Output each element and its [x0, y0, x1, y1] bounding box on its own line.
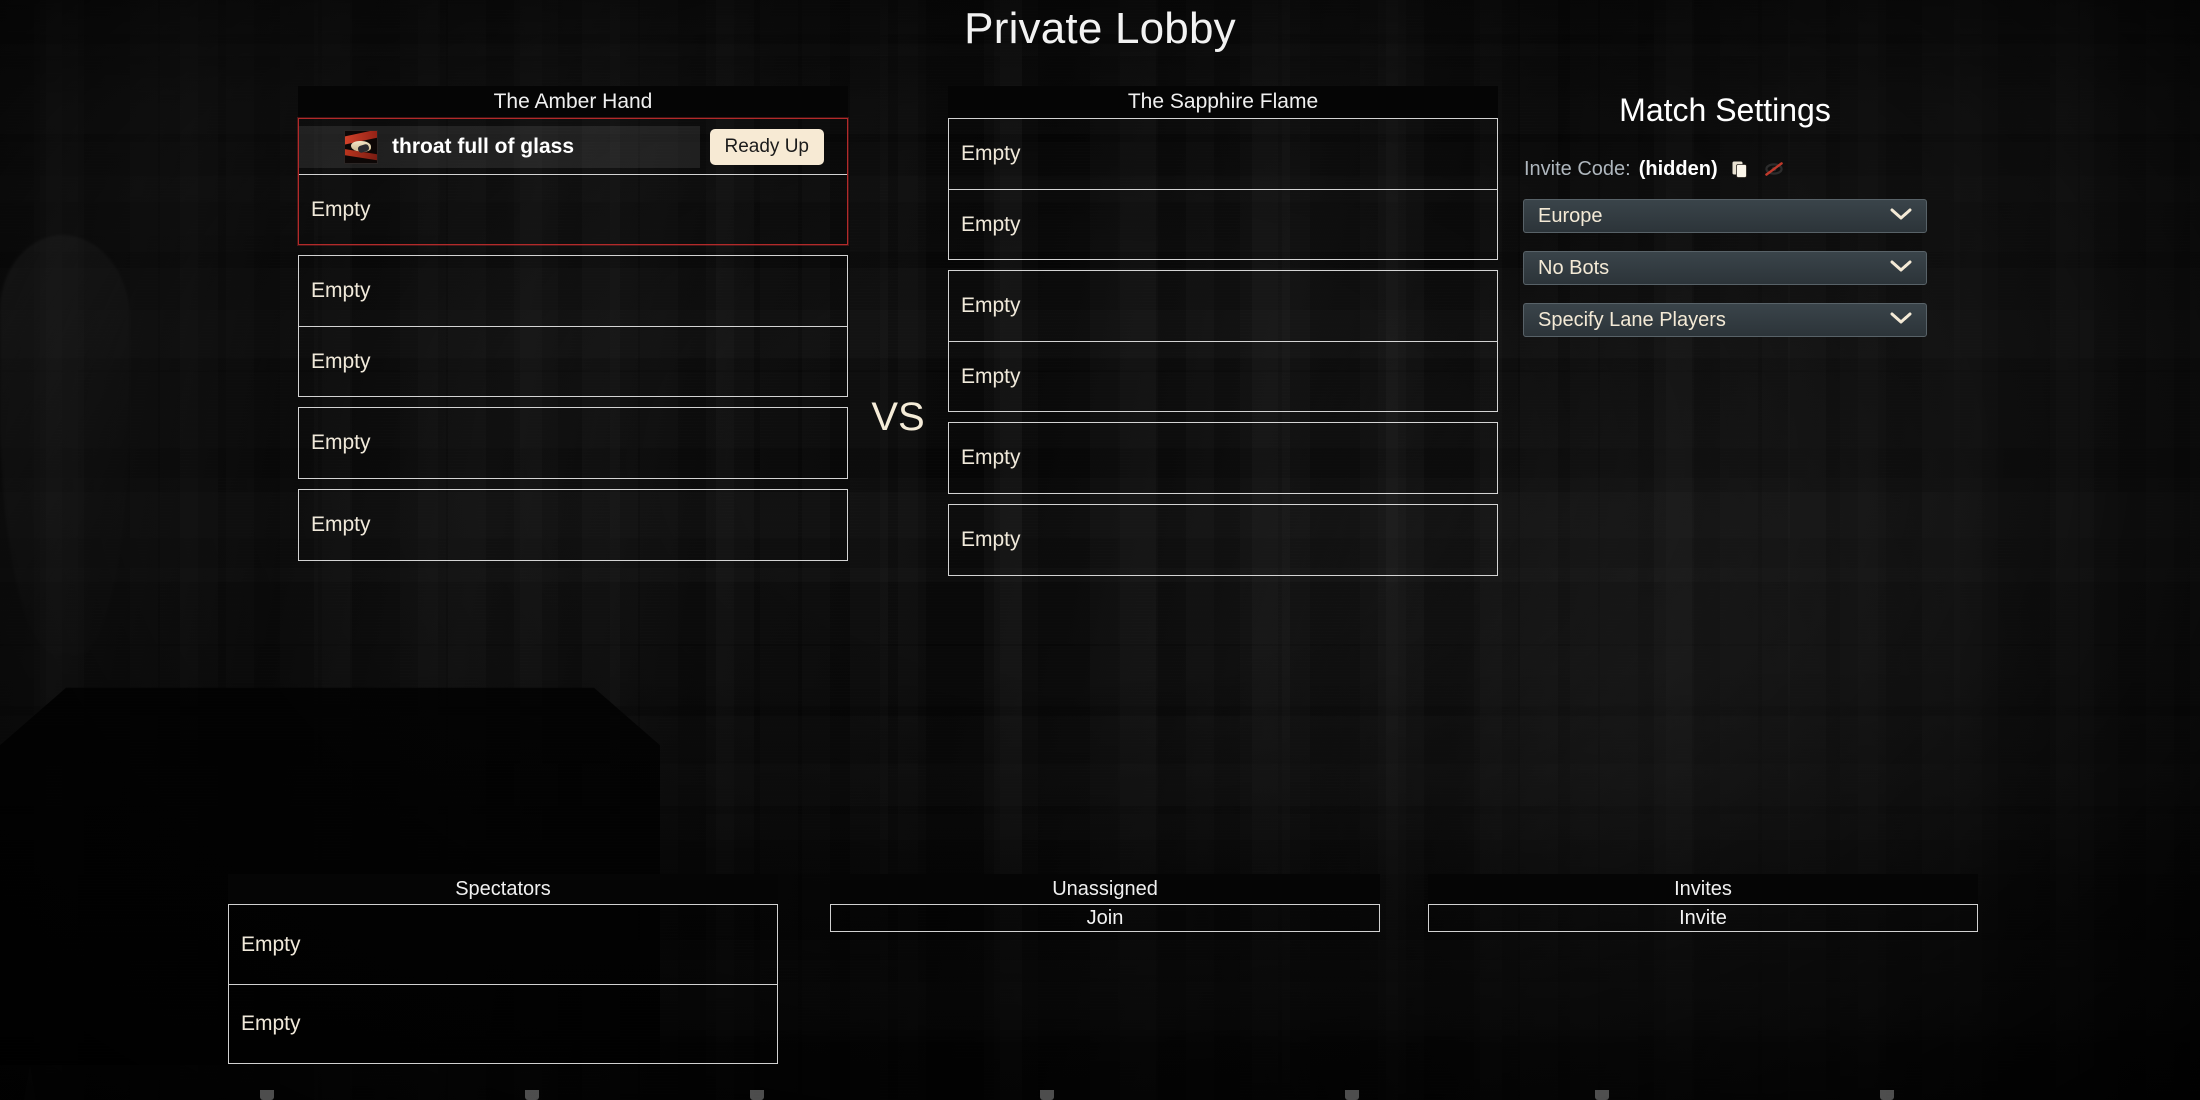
lane-group: Empty — [298, 489, 848, 561]
dropdown-value: Specify Lane Players — [1538, 308, 1726, 331]
empty-slot[interactable]: Empty — [949, 505, 1497, 575]
empty-slot-label: Empty — [241, 1012, 301, 1035]
spectator-slot[interactable]: Empty — [229, 984, 777, 1063]
copy-icon[interactable] — [1728, 157, 1752, 181]
empty-slot-label: Empty — [961, 212, 1021, 236]
empty-slot[interactable]: Empty — [299, 174, 847, 244]
empty-slot[interactable]: Empty — [299, 326, 847, 396]
settings-dropdowns: Europe No Bots Specify Lane Players — [1523, 199, 1927, 337]
panel-title: Spectators — [228, 874, 778, 904]
team-column-right: The Sapphire Flame Empty Empty Empty Empty Em… — [948, 86, 1498, 576]
dropdown-bots[interactable]: No Bots — [1523, 251, 1927, 285]
empty-slot[interactable]: Empty — [299, 256, 847, 326]
dropdown-value: No Bots — [1538, 256, 1610, 279]
spectator-slot[interactable]: Empty — [229, 905, 777, 984]
empty-slot[interactable]: Empty — [949, 341, 1497, 411]
lane-group: Empty — [948, 422, 1498, 494]
panel-spectators: Spectators Empty Empty — [228, 874, 778, 1064]
empty-slot-label: Empty — [241, 932, 301, 956]
empty-slot-label: Empty — [311, 431, 371, 454]
scroll-nub[interactable] — [260, 1090, 274, 1100]
empty-slot-label: Empty — [311, 279, 371, 302]
empty-slot[interactable]: Empty — [949, 271, 1497, 341]
empty-slot-label: Empty — [311, 349, 371, 373]
player-name: throat full of glass — [392, 134, 575, 158]
lane-group: Empty Empty — [298, 255, 848, 397]
versus-divider: VS — [871, 395, 925, 439]
ready-up-button[interactable]: Ready Up — [709, 128, 824, 165]
chevron-down-icon — [1890, 311, 1912, 330]
dropdown-region[interactable]: Europe — [1523, 199, 1927, 233]
lane-group: Empty Empty — [948, 118, 1498, 260]
invite-code-value: (hidden) — [1638, 157, 1718, 180]
match-settings-title: Match Settings — [1619, 92, 1831, 128]
scroll-nub[interactable] — [1880, 1090, 1894, 1100]
empty-slot[interactable]: Empty — [949, 119, 1497, 189]
chevron-down-icon — [1890, 259, 1912, 278]
team-header: The Amber Hand — [298, 86, 848, 118]
empty-slot-label: Empty — [961, 446, 1021, 469]
eye-slash-icon[interactable] — [1762, 157, 1786, 181]
avatar — [344, 129, 378, 164]
chevron-down-icon — [1890, 207, 1912, 226]
lane-group: Empty — [298, 407, 848, 479]
player-card: throat full of glass — [299, 125, 700, 168]
empty-slot[interactable]: Empty — [949, 423, 1497, 493]
team-column-left: The Amber Hand throat full of glass Ready … — [298, 86, 848, 561]
panel-slot-list: Empty Empty — [228, 904, 778, 1064]
panel-title: Invites — [1428, 874, 1978, 904]
join-button[interactable]: Join — [830, 904, 1380, 932]
empty-slot-label: Empty — [311, 197, 371, 221]
invite-button[interactable]: Invite — [1428, 904, 1978, 932]
panel-unassigned: Unassigned Join — [830, 874, 1380, 932]
empty-slot-label: Empty — [311, 513, 371, 536]
invite-code-row: Invite Code: (hidden) — [1523, 157, 1927, 181]
panel-invites: Invites Invite — [1428, 874, 1978, 932]
empty-slot-label: Empty — [961, 294, 1021, 317]
scroll-nub[interactable] — [750, 1090, 764, 1100]
page-title: Private Lobby — [964, 4, 1236, 53]
scroll-nub[interactable] — [1595, 1090, 1609, 1100]
empty-slot[interactable]: Empty — [949, 189, 1497, 259]
empty-slot-label: Empty — [961, 364, 1021, 388]
invite-code-label: Invite Code: — [1524, 157, 1631, 180]
empty-slot-label: Empty — [961, 528, 1021, 551]
dropdown-lane-players[interactable]: Specify Lane Players — [1523, 303, 1927, 337]
empty-slot[interactable]: Empty — [299, 408, 847, 478]
player-slot[interactable]: throat full of glass Ready Up — [299, 119, 847, 174]
lane-group: Empty — [948, 504, 1498, 576]
lane-group: throat full of glass Ready Up Empty — [298, 118, 848, 245]
panel-title: Unassigned — [830, 874, 1380, 904]
scroll-nub[interactable] — [1345, 1090, 1359, 1100]
scroll-nub[interactable] — [525, 1090, 539, 1100]
scroll-nub[interactable] — [1040, 1090, 1054, 1100]
empty-slot[interactable]: Empty — [299, 490, 847, 560]
team-header: The Sapphire Flame — [948, 86, 1498, 118]
dropdown-value: Europe — [1538, 204, 1603, 227]
empty-slot-label: Empty — [961, 142, 1021, 165]
lane-group: Empty Empty — [948, 270, 1498, 412]
match-settings-panel: Match Settings Invite Code: (hidden) Eur… — [1523, 92, 1927, 337]
